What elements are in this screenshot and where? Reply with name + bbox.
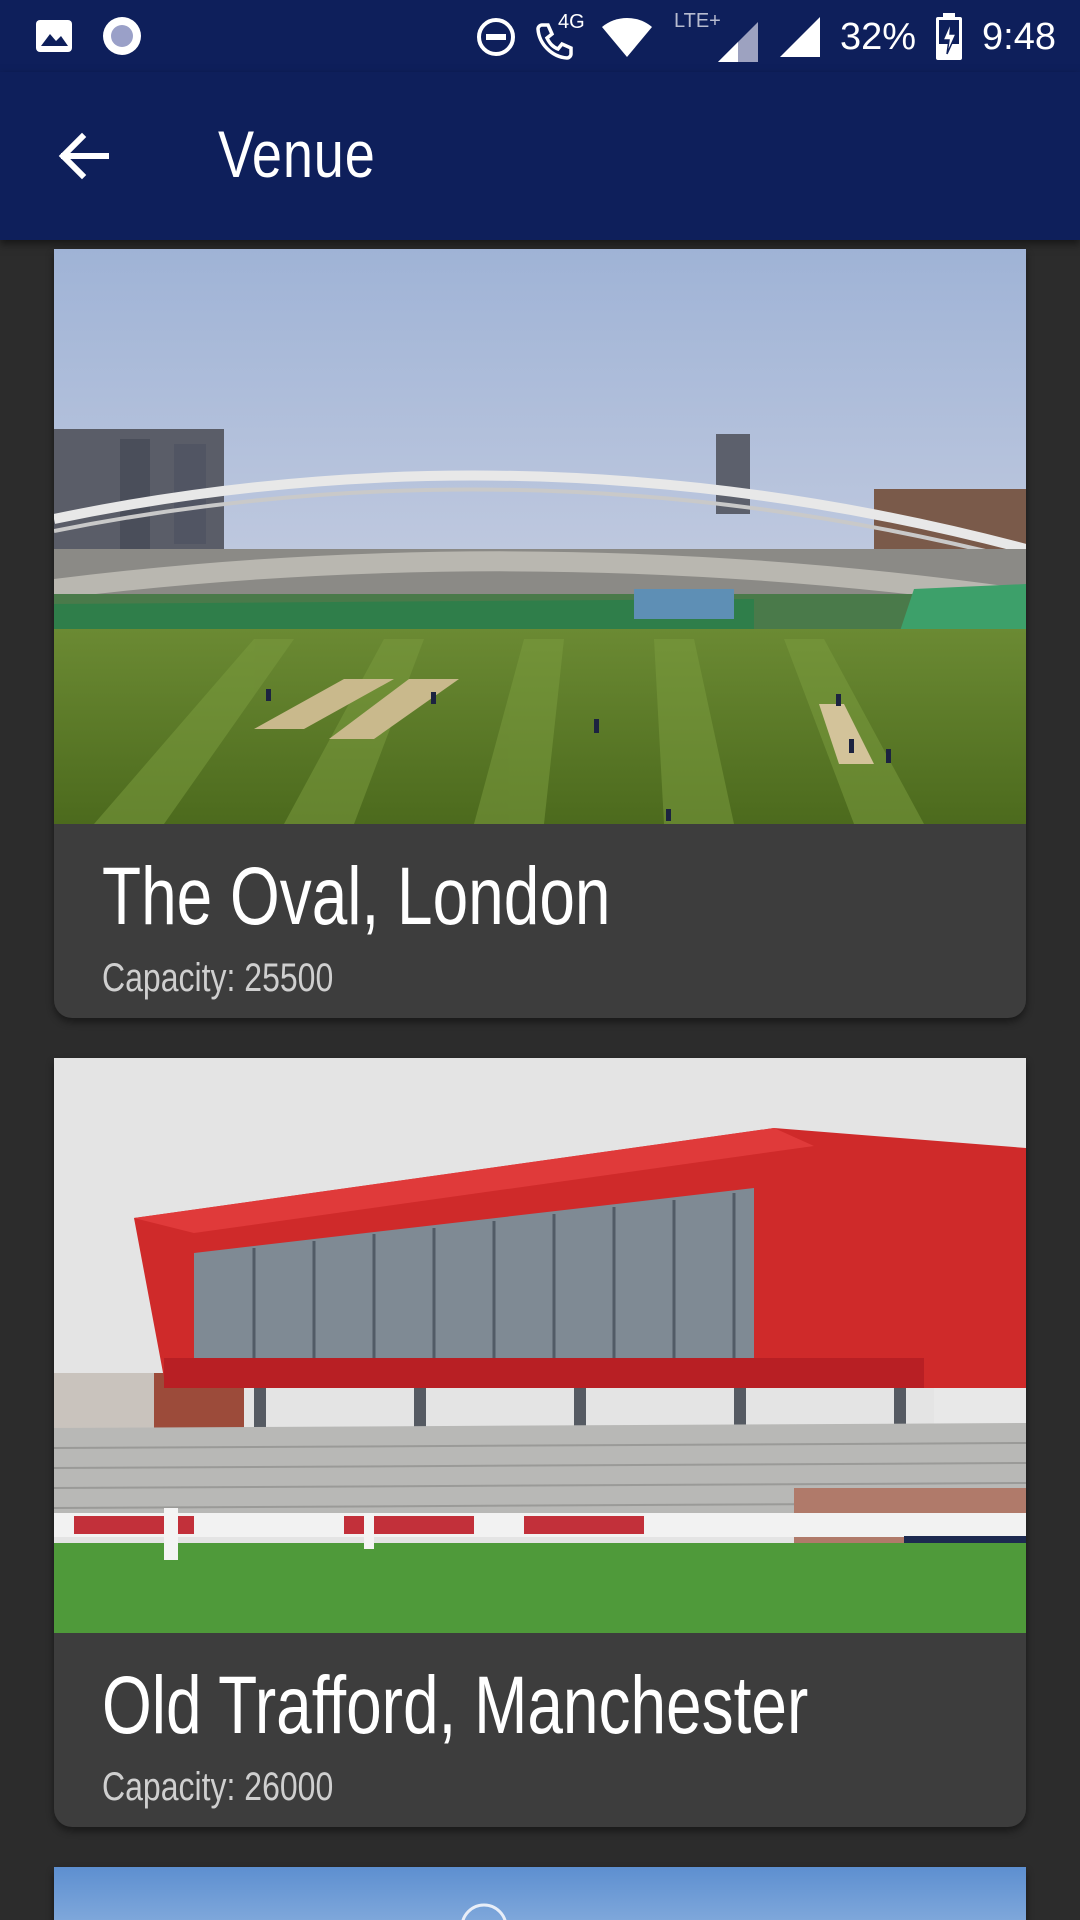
- back-button[interactable]: [52, 124, 116, 188]
- venue-image: [54, 1058, 1026, 1633]
- arrow-back-icon: [58, 132, 109, 180]
- battery-percent: 32%: [839, 15, 917, 58]
- venue-info: Old Trafford, Manchester Capacity: 26000: [54, 1633, 1026, 1827]
- venue-card[interactable]: [54, 1867, 1026, 1920]
- wifi-icon: [601, 18, 652, 57]
- venue-info: The Oval, London Capacity: 25500: [54, 824, 1026, 1018]
- venue-capacity: Capacity: 25500: [102, 956, 334, 1000]
- do-not-disturb-icon: [476, 18, 515, 56]
- venue-card[interactable]: The Oval, London Capacity: 25500: [54, 249, 1026, 1018]
- venue-name: Old Trafford, Manchester: [102, 1660, 809, 1751]
- record-icon: [103, 17, 141, 55]
- battery-charging-icon: [936, 13, 963, 60]
- image-icon: [36, 20, 72, 52]
- venue-list[interactable]: The Oval, London Capacity: 25500 Old Tra…: [0, 240, 1080, 1920]
- lte-label: LTE+: [673, 10, 721, 32]
- clock: 9:48: [982, 15, 1056, 58]
- venue-capacity: Capacity: 26000: [102, 1765, 334, 1809]
- network-type-label: 4G: [557, 11, 585, 33]
- venue-card[interactable]: Old Trafford, Manchester Capacity: 26000: [54, 1058, 1026, 1827]
- signal-icon: [779, 17, 820, 57]
- lte-signal-icon: LTE+: [672, 10, 760, 64]
- app-bar: Venue: [0, 72, 1080, 240]
- page-title: Venue: [218, 117, 376, 191]
- venue-image: [54, 1867, 1026, 1920]
- venue-name: The Oval, London: [102, 851, 611, 942]
- wifi-calling-icon: 4G: [534, 11, 585, 61]
- venue-image: [54, 249, 1026, 824]
- status-bar: 4G LTE+ 32% 9:48: [0, 0, 1080, 72]
